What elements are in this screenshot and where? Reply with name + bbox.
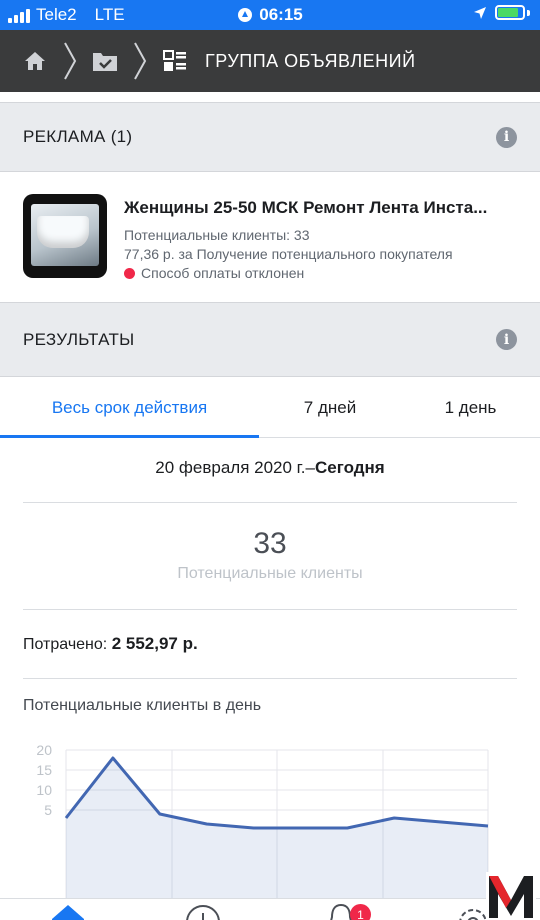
time-range-tabs: Весь срок действия 7 дней 1 день [0,377,540,438]
m-logo-icon [486,872,536,920]
ad-leads: Потенциальные клиенты: 33 [124,227,310,243]
ad-card[interactable]: Женщины 25-50 МСК Ремонт Лента Инста... … [0,172,540,302]
nav-bar: ГРУППА ОБЪЯВЛЕНИЙ [0,30,540,92]
battery-icon [495,5,525,20]
clock: 06:15 [259,5,303,24]
divider [23,502,517,503]
tab-lifetime[interactable]: Весь срок действия [0,377,259,438]
chevron-right-icon [127,30,153,92]
tab-1-day[interactable]: 1 день [401,377,540,438]
section-title: РЕЗУЛЬТАТЫ [23,329,135,349]
ad-title: Женщины 25-50 МСК Ремонт Лента Инста... [124,198,488,217]
spent-label: Потрачено: [23,636,108,653]
tab-7-days[interactable]: 7 дней [259,377,401,438]
ad-thumbnail [23,194,107,278]
notifications-badge: 1 [350,904,371,920]
amount-spent: Потрачено: 2 552,97 р. [23,634,198,654]
home-icon[interactable] [13,30,57,92]
ad-set-icon [153,30,197,92]
section-title: РЕКЛАМА (1) [23,127,133,146]
home-tab-icon[interactable] [50,903,86,920]
metric-value: 33 [253,527,287,560]
bottom-tab-bar [0,898,540,920]
date-range-to: Сегодня [314,458,385,477]
ad-status-text: Способ оплаты отклонен [141,265,305,281]
add-icon[interactable] [184,903,222,920]
chart-title: Потенциальные клиенты в день [23,697,262,714]
y-tick-label: 20 [36,742,52,758]
metric-label: Потенциальные клиенты [177,565,363,582]
info-icon[interactable]: i [496,329,517,350]
orientation-lock-icon [238,8,253,22]
date-range-from: 20 февраля 2020 г.– [155,458,315,477]
error-dot-icon [124,268,135,279]
y-tick-label: 10 [36,782,52,798]
spent-value: 2 552,97 р. [111,634,198,653]
results-section-header: РЕЗУЛЬТАТЫ i [0,302,540,377]
active-tab-indicator [0,435,259,438]
date-range: 20 февраля 2020 г.–Сегодня [0,458,540,478]
y-tick-label: 5 [44,802,52,818]
divider [23,678,517,679]
info-icon[interactable]: i [496,126,517,148]
location-icon [474,6,486,19]
chevron-right-icon [57,30,83,92]
ad-status: Способ оплаты отклонен [124,264,517,283]
y-tick-label: 15 [36,762,52,778]
leads-per-day-chart: 20 15 10 5 [36,742,489,900]
divider [23,609,517,610]
ad-cost: 77,36 р. за Получение потенциального пок… [124,246,453,262]
folder-check-icon[interactable] [83,30,127,92]
ads-section-header: РЕКЛАМА (1) i [0,102,540,172]
status-bar: Tele2 LTE 06:15 [0,0,540,30]
page-title: ГРУППА ОБЪЯВЛЕНИЙ [205,50,416,71]
